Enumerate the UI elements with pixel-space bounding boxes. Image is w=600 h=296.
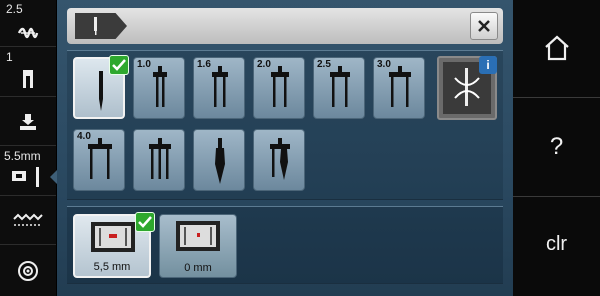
needle-tile-twin-1-0[interactable]: 1.0	[133, 57, 185, 119]
bobbin-status[interactable]	[0, 246, 56, 296]
needle-tile-triple-4-0[interactable]: 4.0	[73, 129, 125, 191]
double-wing-needle-icon	[270, 138, 290, 180]
stitch-plate-5-5mm[interactable]: 5,5 mm	[73, 212, 155, 278]
needle-tile-twin-3-0[interactable]: 3.0	[373, 57, 425, 119]
needle-tile-single[interactable]	[73, 55, 129, 119]
stitch-pattern-status[interactable]	[0, 197, 56, 245]
selected-check-icon	[109, 55, 129, 75]
threading-info-button[interactable]: i	[437, 56, 497, 120]
clear-button[interactable]: clr	[513, 198, 600, 296]
stitch-length-status[interactable]: 1	[0, 48, 56, 97]
wing-needle-icon	[215, 138, 225, 184]
home-icon	[545, 35, 569, 61]
stitch-width-status[interactable]: 2.5	[0, 0, 56, 47]
twin-needle-icon	[153, 66, 167, 107]
clear-label: clr	[545, 233, 568, 255]
title-bar	[67, 8, 503, 44]
right-function-bar: ? clr	[513, 0, 600, 296]
needle-position-status[interactable]: 5.5mm	[0, 147, 56, 196]
stitch-plate-label: 5,5 mm	[93, 261, 131, 273]
presser-foot-pressure-status[interactable]	[0, 98, 56, 146]
info-icon: i	[479, 56, 497, 74]
needle-icon	[94, 17, 97, 35]
needle-tab	[75, 13, 127, 39]
needle-selection-panel: 1.0 1.6 2.0 2.5 3.0 i 4.0 5,5 mm 0 mm	[57, 0, 513, 296]
twin-needle-icon	[212, 66, 228, 107]
help-icon: ?	[549, 133, 564, 160]
stitch-width-icon	[17, 27, 39, 39]
home-button[interactable]	[513, 0, 600, 98]
triple-needle-icon	[149, 138, 171, 179]
stitch-plate-0mm[interactable]: 0 mm	[159, 214, 237, 278]
zigzag-stitch-icon	[13, 213, 43, 226]
stitch-length-value: 1	[6, 50, 13, 64]
twin-needle-icon	[271, 66, 289, 107]
needle-tile-triple[interactable]	[133, 129, 185, 191]
needle-position-value: 5.5mm	[4, 149, 41, 163]
needle-section: 1.0 1.6 2.0 2.5 3.0 i 4.0	[67, 50, 503, 200]
needle-tile-wing[interactable]	[193, 129, 245, 191]
needle-tile-double-wing[interactable]	[253, 129, 305, 191]
twin-needle-icon	[330, 66, 350, 107]
close-icon	[478, 20, 490, 32]
active-indicator-arrow	[50, 170, 57, 184]
close-button[interactable]	[470, 12, 498, 40]
stitch-plate-section: 5,5 mm 0 mm	[67, 206, 503, 284]
stitch-width-value: 2.5	[6, 2, 23, 16]
needle-tile-twin-1-6[interactable]: 1.6	[193, 57, 245, 119]
triple-needle-icon	[88, 138, 112, 179]
twin-needle-icon	[389, 66, 411, 107]
presser-foot-icon	[23, 70, 33, 88]
needle-tile-twin-2-5[interactable]: 2.5	[313, 57, 365, 119]
bobbin-icon	[18, 261, 38, 281]
help-button[interactable]: ?	[513, 99, 600, 197]
stitch-plate-label: 0 mm	[184, 262, 212, 274]
stitch-plate-needle-icon	[12, 167, 39, 187]
left-status-bar: 2.5 1 5.5mm	[0, 0, 57, 296]
stitch-plate-icon	[176, 221, 220, 251]
presser-foot-pressure-icon	[20, 114, 36, 130]
selected-check-icon	[135, 212, 155, 232]
needle-tile-twin-2-0[interactable]: 2.0	[253, 57, 305, 119]
